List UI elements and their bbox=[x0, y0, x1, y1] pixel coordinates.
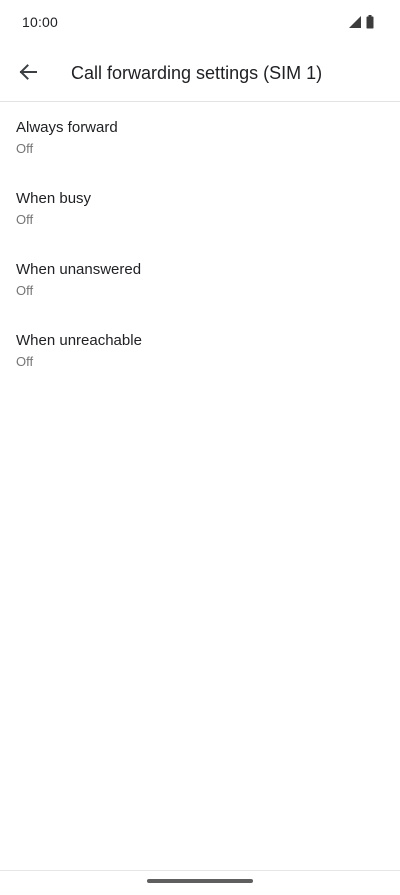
setting-summary: Off bbox=[16, 141, 34, 156]
setting-summary: Off bbox=[16, 283, 34, 298]
app-bar: Call forwarding settings (SIM 1) bbox=[0, 46, 400, 102]
status-icons bbox=[349, 15, 374, 29]
settings-list: Always forward Off When busy Off When un… bbox=[0, 102, 400, 386]
setting-title: When busy bbox=[16, 190, 92, 207]
setting-title: Always forward bbox=[16, 119, 118, 136]
setting-when-busy[interactable]: When busy Off bbox=[0, 173, 400, 244]
arrow-back-icon bbox=[19, 64, 37, 80]
page-title: Call forwarding settings (SIM 1) bbox=[71, 63, 323, 83]
setting-title: When unreachable bbox=[16, 332, 142, 349]
setting-summary: Off bbox=[16, 212, 34, 227]
setting-summary: Off bbox=[16, 354, 34, 369]
setting-when-unanswered[interactable]: When unanswered Off bbox=[0, 244, 400, 315]
setting-when-unreachable[interactable]: When unreachable Off bbox=[0, 315, 400, 386]
status-bar: 10:00 bbox=[0, 0, 400, 46]
status-time: 10:00 bbox=[22, 14, 59, 30]
signal-icon bbox=[349, 16, 361, 28]
navigation-bar bbox=[0, 870, 400, 895]
gesture-handle[interactable] bbox=[147, 879, 253, 883]
back-button[interactable] bbox=[10, 54, 46, 90]
setting-title: When unanswered bbox=[16, 261, 142, 278]
setting-always-forward[interactable]: Always forward Off bbox=[0, 102, 400, 173]
battery-icon bbox=[366, 15, 374, 29]
